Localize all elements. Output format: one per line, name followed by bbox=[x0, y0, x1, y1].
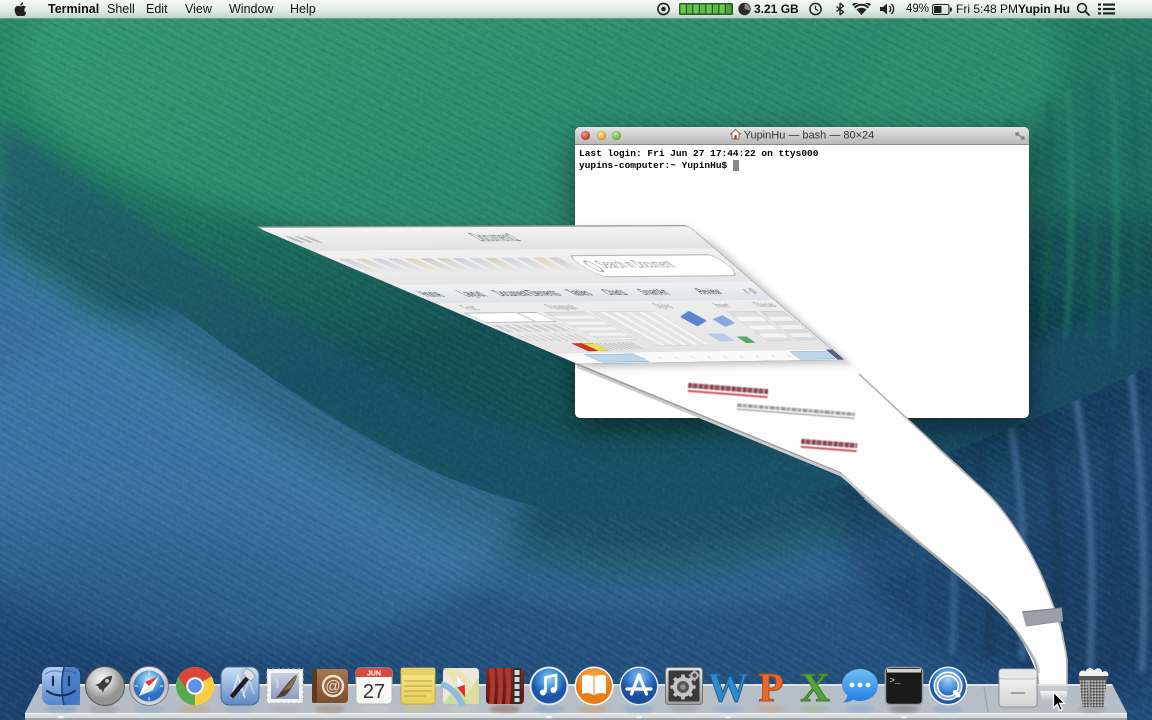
svg-text:27: 27 bbox=[363, 681, 385, 703]
svg-text:X: X bbox=[800, 668, 830, 708]
svg-text:JUN: JUN bbox=[367, 671, 381, 678]
svg-text:>_: >_ bbox=[890, 676, 901, 686]
svg-text:P: P bbox=[758, 668, 783, 708]
svg-text:W: W bbox=[708, 668, 749, 708]
svg-text:@: @ bbox=[325, 678, 340, 695]
